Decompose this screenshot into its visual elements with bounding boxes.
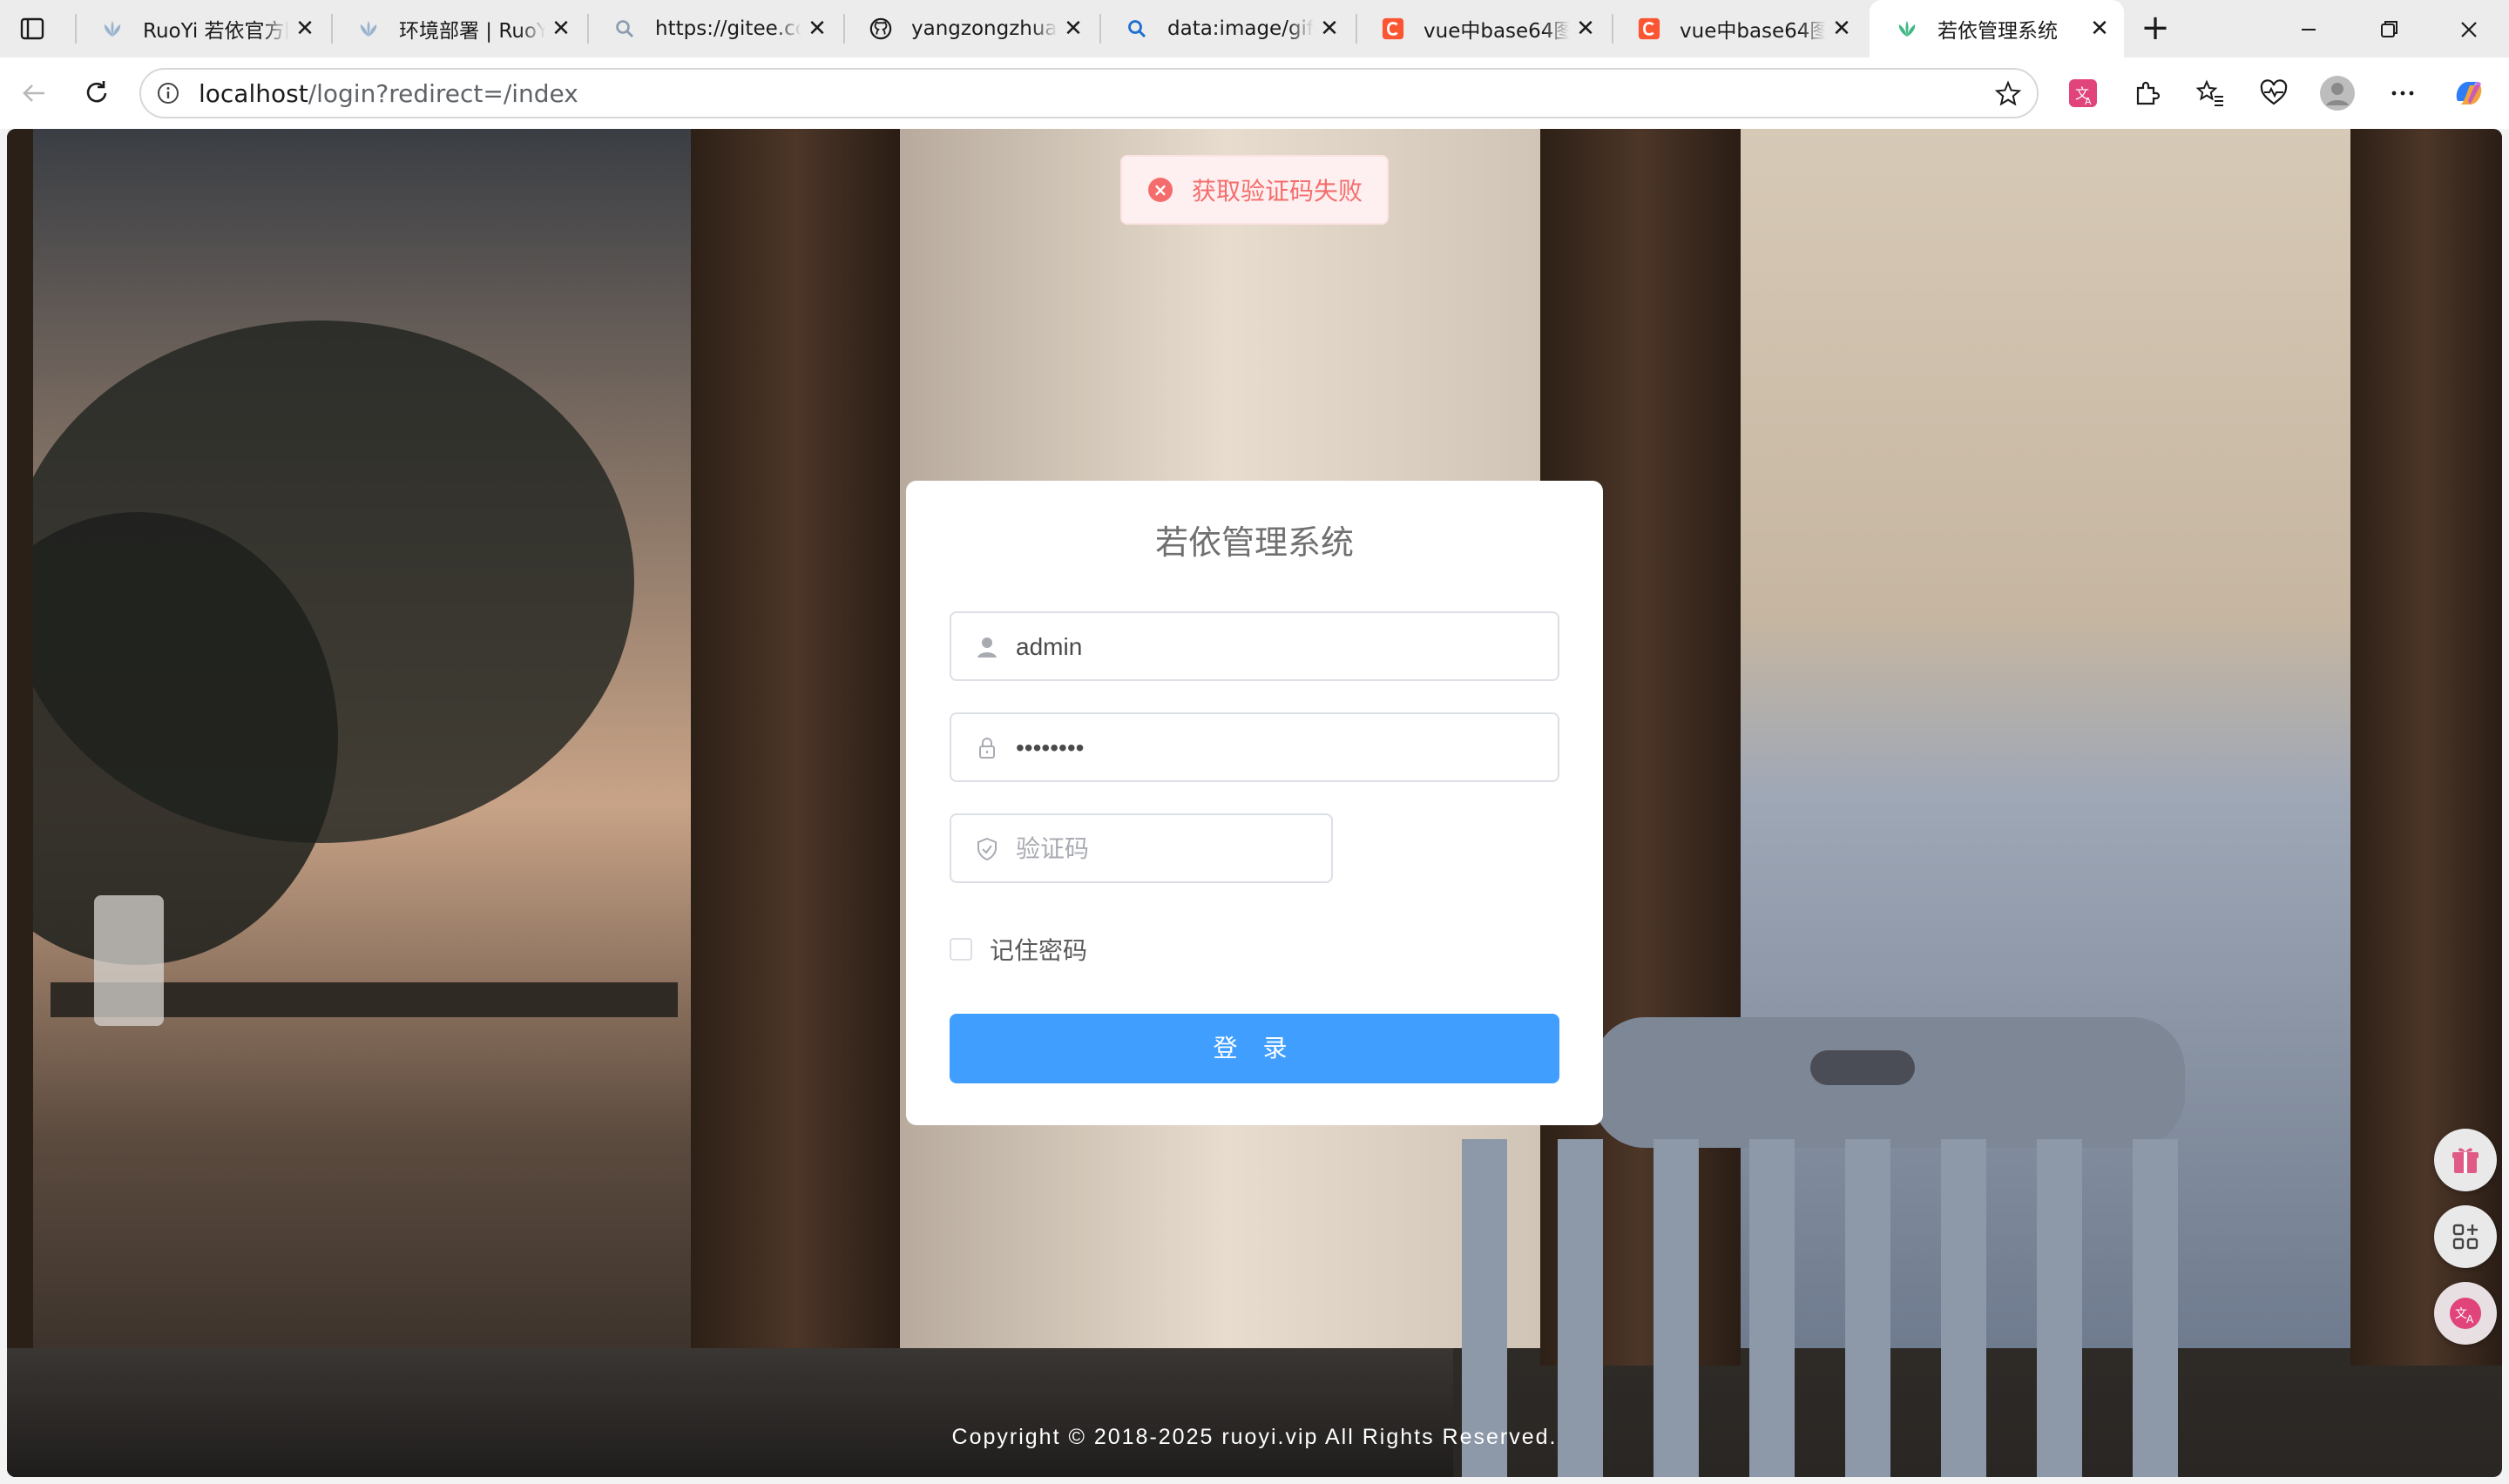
tab-separator	[843, 14, 845, 44]
gift-icon[interactable]	[2434, 1129, 2497, 1191]
password-input[interactable]: ••••••••	[950, 712, 1559, 782]
error-circle-icon: ×	[1148, 178, 1173, 202]
refresh-icon[interactable]	[78, 75, 115, 111]
minimize-icon[interactable]	[2291, 14, 2326, 45]
tab-title: 环境部署 | RuoYi	[399, 20, 545, 43]
url-host: localhost	[199, 79, 308, 108]
tab-separator	[331, 14, 333, 44]
close-icon[interactable]: ✕	[289, 13, 321, 44]
remember-label: 记住密码	[990, 936, 1088, 965]
favorite-star-icon[interactable]	[1993, 79, 2023, 109]
profile-avatar[interactable]	[2319, 75, 2356, 111]
shield-check-icon	[972, 834, 1002, 864]
captcha-input[interactable]: 验证码	[950, 813, 1333, 883]
tab-title: RuoYi 若依官方网站	[143, 20, 289, 43]
browser-toolbar: localhost/login?redirect=/index 文A	[0, 57, 2509, 129]
svg-text:A: A	[2466, 1313, 2474, 1325]
lock-icon	[972, 733, 1002, 763]
tab-title: vue中base64图片	[1680, 20, 1826, 43]
restore-icon[interactable]	[2371, 14, 2406, 45]
close-icon[interactable]: ✕	[801, 13, 833, 44]
address-bar[interactable]: localhost/login?redirect=/index	[139, 68, 2039, 118]
more-options-icon[interactable]	[2384, 75, 2421, 111]
tab-7[interactable]: vue中base64图片 ✕	[1612, 0, 1866, 57]
tab-title: https://gitee.com	[655, 17, 801, 40]
tab-2[interactable]: 环境部署 | RuoYi ✕	[331, 0, 585, 57]
tab-5[interactable]: data:image/gif;base64 ✕	[1099, 0, 1354, 57]
username-value: admin	[1016, 633, 1083, 660]
tab-4[interactable]: yangzongzhuan ✕	[843, 0, 1098, 57]
close-window-icon[interactable]	[2452, 14, 2486, 45]
tab-3[interactable]: https://gitee.com ✕	[587, 0, 842, 57]
tab-1[interactable]: RuoYi 若依官方网站 ✕	[75, 0, 329, 57]
password-value: ••••••••	[1016, 734, 1085, 761]
tab-separator	[75, 14, 77, 44]
tab-separator	[1356, 14, 1357, 44]
browser-essentials-icon[interactable]	[2255, 75, 2292, 111]
error-toast: × 获取验证码失败	[1120, 155, 1389, 225]
tab-strip: RuoYi 若依官方网站 ✕ 环境部署 | RuoYi ✕ https://gi…	[0, 0, 2509, 57]
copilot-icon[interactable]	[2451, 75, 2487, 111]
svg-text:文: 文	[2455, 1307, 2467, 1321]
url-path: /login?redirect=/index	[308, 79, 578, 108]
tab-6[interactable]: vue中base64图片 ✕	[1356, 0, 1610, 57]
tab-separator	[1099, 14, 1101, 44]
toast-message: 获取验证码失败	[1192, 177, 1363, 206]
back-icon[interactable]	[16, 75, 52, 111]
close-icon[interactable]: ✕	[1570, 13, 1601, 44]
svg-text:A: A	[2085, 96, 2092, 107]
user-icon	[972, 632, 1002, 662]
favorites-icon[interactable]	[2192, 75, 2228, 111]
page-viewport: × 获取验证码失败 若依管理系统 admin •••••••• 验证码 记住密码	[7, 129, 2502, 1477]
tab-separator	[587, 14, 589, 44]
site-info-icon[interactable]	[155, 80, 181, 106]
ruoyi-leaf-icon	[101, 17, 124, 40]
search-icon	[613, 17, 636, 40]
remember-checkbox[interactable]	[950, 938, 972, 961]
close-icon[interactable]: ✕	[1826, 13, 1857, 44]
ruoyi-leaf-icon	[1896, 17, 1918, 40]
login-button[interactable]: 登 录	[950, 1014, 1559, 1083]
tab-actions-icon[interactable]	[19, 16, 45, 42]
csdn-icon	[1382, 17, 1404, 40]
new-tab-button[interactable]: +	[2138, 10, 2173, 47]
captcha-placeholder: 验证码	[1016, 835, 1090, 862]
translate-extension-icon[interactable]: 文A	[2065, 75, 2101, 111]
tab-title: data:image/gif;base64	[1167, 17, 1314, 40]
url-text[interactable]: localhost/login?redirect=/index	[199, 80, 578, 108]
ruoyi-leaf-icon	[357, 17, 380, 40]
search-icon	[1126, 17, 1148, 40]
close-icon[interactable]: ✕	[545, 13, 577, 44]
username-input[interactable]: admin	[950, 611, 1559, 681]
csdn-icon	[1638, 17, 1660, 40]
add-app-icon[interactable]	[2434, 1205, 2497, 1268]
github-icon	[869, 17, 892, 40]
tab-title: vue中base64图片	[1424, 20, 1570, 43]
remember-me[interactable]: 记住密码	[950, 934, 1087, 965]
tab-title: yangzongzhuan	[911, 17, 1058, 40]
copyright-text: Copyright © 2018-2025 ruoyi.vip All Righ…	[951, 1425, 1558, 1449]
tab-8[interactable]: 若依管理系统 ✕	[1870, 0, 2124, 57]
tab-title: 若依管理系统	[1938, 20, 2058, 43]
close-icon[interactable]: ✕	[1314, 13, 1345, 44]
tab-separator	[1612, 14, 1613, 44]
close-icon[interactable]: ✕	[1058, 13, 1089, 44]
extensions-puzzle-icon[interactable]	[2128, 75, 2165, 111]
translate-icon[interactable]: 文A	[2434, 1282, 2497, 1345]
login-title: 若依管理系统	[1154, 523, 1354, 562]
close-icon[interactable]: ✕	[2084, 13, 2115, 44]
login-card: 若依管理系统 admin •••••••• 验证码 记住密码 登 录	[906, 481, 1603, 1125]
